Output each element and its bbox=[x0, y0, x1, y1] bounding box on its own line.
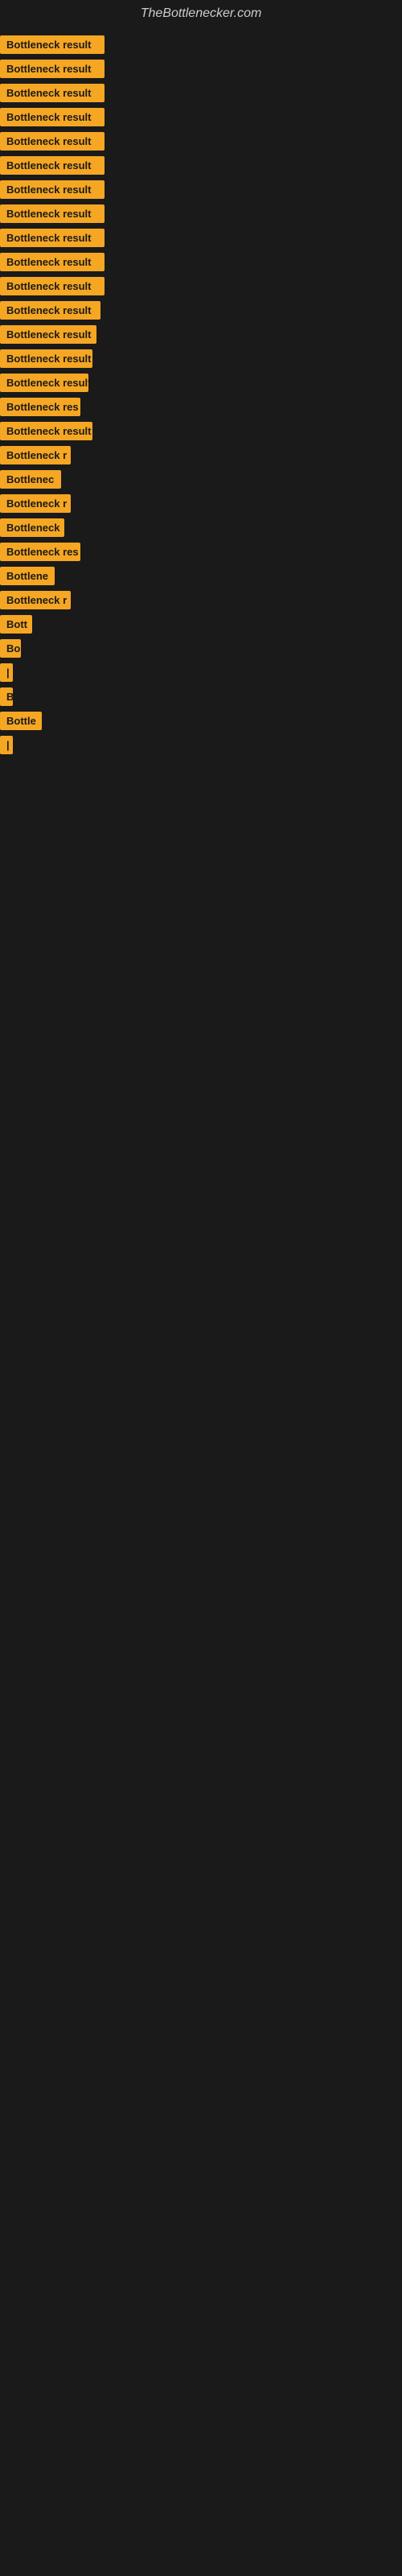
bottleneck-item: | bbox=[0, 658, 402, 683]
bottleneck-item: Bottleneck result bbox=[0, 345, 402, 369]
bottleneck-item: Bottleneck result bbox=[0, 296, 402, 320]
site-title: TheBottlenecker.com bbox=[0, 0, 402, 31]
bottleneck-item: Bottleneck result bbox=[0, 224, 402, 248]
bottleneck-label: Bottleneck result bbox=[0, 156, 105, 175]
bottleneck-item: Bottleneck r bbox=[0, 586, 402, 610]
bottleneck-item: Bottleneck result bbox=[0, 79, 402, 103]
bottleneck-item: Bottleneck result bbox=[0, 55, 402, 79]
bottleneck-item: Bottleneck bbox=[0, 514, 402, 538]
bottleneck-label: Bottleneck r bbox=[0, 494, 71, 513]
bottleneck-label: Bottle bbox=[0, 712, 42, 730]
bottleneck-item: Bottleneck result bbox=[0, 417, 402, 441]
bottleneck-label: Bottleneck result bbox=[0, 84, 105, 102]
bottleneck-label: Bottleneck result bbox=[0, 60, 105, 78]
bottleneck-item: Bottle bbox=[0, 707, 402, 731]
bottleneck-item: Bott bbox=[0, 610, 402, 634]
bottleneck-label: Bottleneck result bbox=[0, 180, 105, 199]
bottleneck-item: B bbox=[0, 683, 402, 707]
bottleneck-item: Bottleneck result bbox=[0, 175, 402, 200]
bottleneck-label: Bottleneck result bbox=[0, 277, 105, 295]
bottleneck-item: Bottleneck result bbox=[0, 151, 402, 175]
items-container: Bottleneck result Bottleneck result Bottle… bbox=[0, 31, 402, 755]
bottleneck-label: | bbox=[0, 736, 13, 754]
bottleneck-item: Bottleneck result bbox=[0, 127, 402, 151]
bottleneck-label: Bott bbox=[0, 615, 32, 634]
bottleneck-label: Bottleneck result bbox=[0, 325, 96, 344]
bottleneck-label: Bottleneck result bbox=[0, 204, 105, 223]
bottleneck-label: Bottleneck res bbox=[0, 543, 80, 561]
bottleneck-item: Bottleneck result bbox=[0, 320, 402, 345]
bottleneck-item: Bottleneck result bbox=[0, 369, 402, 393]
bottleneck-label: Bottleneck result bbox=[0, 422, 92, 440]
bottleneck-label: Bottleneck bbox=[0, 518, 64, 537]
bottleneck-label: Bottleneck r bbox=[0, 591, 71, 609]
bottleneck-label: Bottleneck result bbox=[0, 253, 105, 271]
bottleneck-label: Bottleneck result bbox=[0, 108, 105, 126]
bottleneck-item: Bottleneck result bbox=[0, 200, 402, 224]
bottleneck-label: | bbox=[0, 663, 13, 682]
bottleneck-label: Bo bbox=[0, 639, 21, 658]
bottleneck-item: Bottleneck result bbox=[0, 103, 402, 127]
bottleneck-item: Bottlene bbox=[0, 562, 402, 586]
bottleneck-label: Bottlenec bbox=[0, 470, 61, 489]
bottleneck-item: Bottleneck r bbox=[0, 441, 402, 465]
bottleneck-label: Bottleneck result bbox=[0, 132, 105, 151]
bottleneck-label: Bottleneck result bbox=[0, 374, 88, 392]
bottleneck-label: B bbox=[0, 687, 13, 706]
bottleneck-label: Bottleneck result bbox=[0, 349, 92, 368]
bottleneck-item: Bottleneck r bbox=[0, 489, 402, 514]
bottleneck-item: Bottlenec bbox=[0, 465, 402, 489]
bottleneck-item: Bottleneck res bbox=[0, 538, 402, 562]
bottleneck-label: Bottleneck result bbox=[0, 301, 100, 320]
bottleneck-item: Bottleneck result bbox=[0, 272, 402, 296]
bottleneck-label: Bottleneck r bbox=[0, 446, 71, 464]
bottleneck-item: Bottleneck res bbox=[0, 393, 402, 417]
bottleneck-item: | bbox=[0, 731, 402, 755]
bottleneck-label: Bottlene bbox=[0, 567, 55, 585]
bottleneck-item: Bo bbox=[0, 634, 402, 658]
bottleneck-label: Bottleneck result bbox=[0, 229, 105, 247]
bottleneck-item: Bottleneck result bbox=[0, 31, 402, 55]
bottleneck-label: Bottleneck res bbox=[0, 398, 80, 416]
bottleneck-label: Bottleneck result bbox=[0, 35, 105, 54]
bottleneck-item: Bottleneck result bbox=[0, 248, 402, 272]
